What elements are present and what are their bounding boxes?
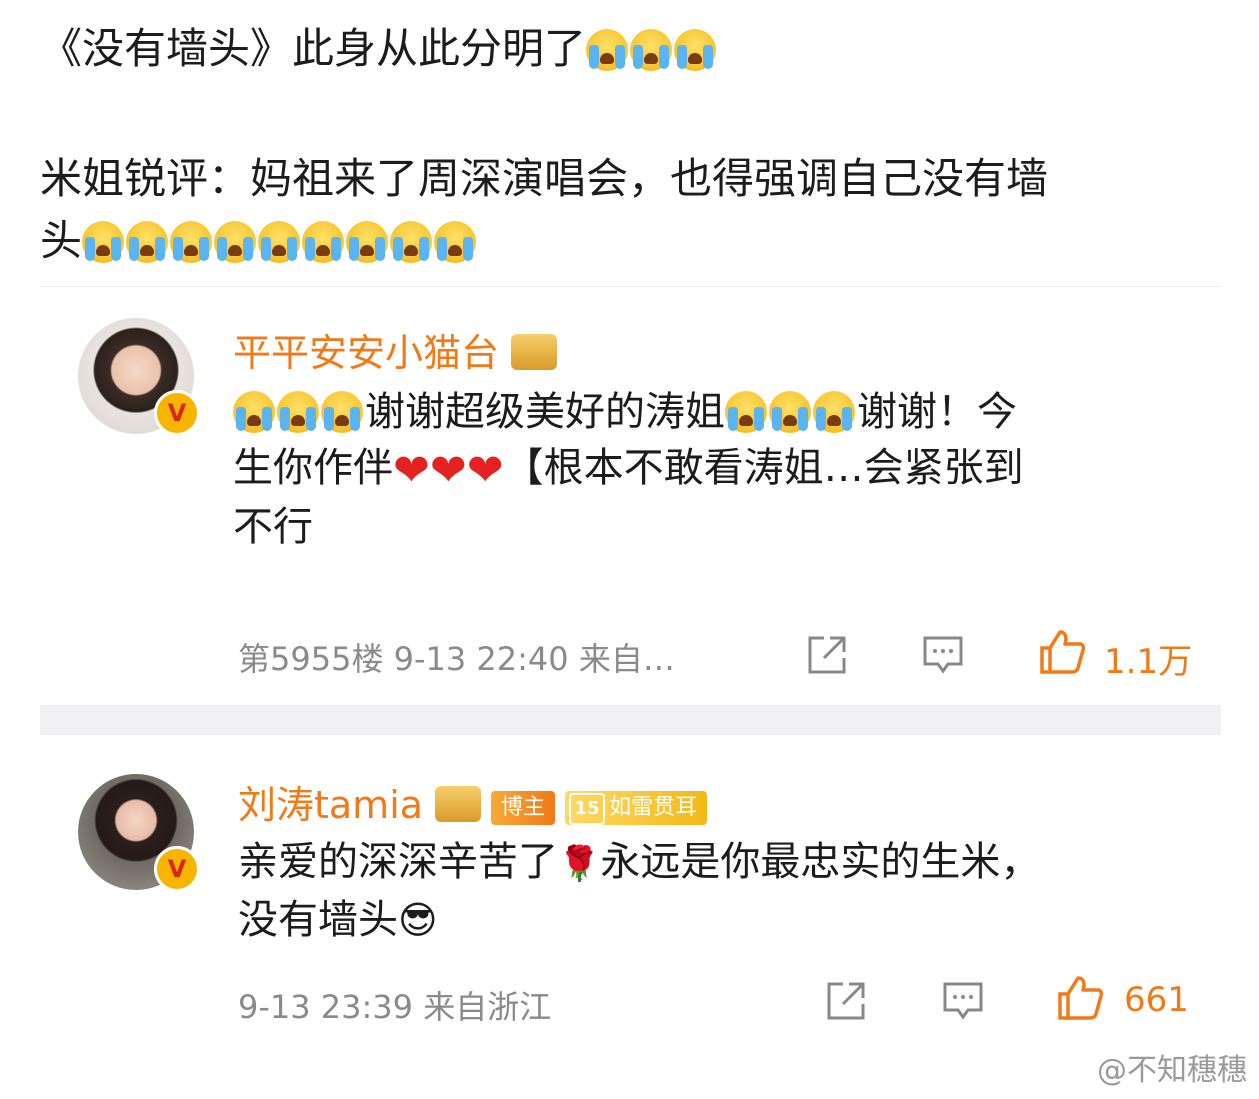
crying-emoji-icon bbox=[126, 221, 169, 263]
crying-emoji-icon bbox=[277, 391, 319, 433]
fan-level-number: 15 bbox=[569, 793, 606, 825]
crying-emoji-icon bbox=[82, 221, 125, 263]
comment-text-part: 生你作伴 bbox=[233, 445, 393, 491]
comment-text-part: 谢谢超级美好的涛姐 bbox=[365, 389, 725, 435]
comment-text-part: 永远是你最忠实的生米， bbox=[600, 839, 1041, 885]
comment-text-part: 没有墙头 bbox=[238, 897, 398, 943]
crying-emoji-icon bbox=[346, 221, 389, 263]
post-line-3-text: 头 bbox=[40, 216, 83, 265]
floor-number: 第5955楼 bbox=[238, 640, 384, 678]
crying-emoji-icon bbox=[674, 29, 717, 71]
sunglasses-emoji-icon: 😎 bbox=[398, 898, 438, 942]
heart-icon: ❤ bbox=[393, 445, 430, 496]
divider bbox=[40, 286, 1221, 287]
like-count: 1.1万 bbox=[1104, 642, 1193, 682]
crying-emoji-icon bbox=[214, 221, 257, 263]
timestamp: 9-13 23:39 bbox=[238, 988, 414, 1026]
crying-emoji-icon bbox=[170, 221, 213, 263]
watermark: @不知穗穗 bbox=[1097, 1053, 1247, 1088]
fan-level-label: 如雷贯耳 bbox=[609, 795, 698, 820]
crown-badge-icon bbox=[435, 786, 482, 822]
comment-text-part: 【根本不敢看涛姐…会紧张到 bbox=[503, 445, 1024, 491]
heart-icon: ❤ bbox=[429, 445, 467, 496]
comment-meta: 9-13 23:39 来自浙江 bbox=[238, 982, 551, 1028]
comment-text: 亲爱的深深辛苦了🌹永远是你最忠实的生米， 没有墙头😎 bbox=[238, 834, 1198, 948]
timestamp: 9-13 22:40 bbox=[393, 640, 569, 678]
fan-level-tag: 15 如雷贯耳 bbox=[565, 791, 708, 825]
post-line-2: 米姐锐评：妈祖来了周深演唱会，也得强调自己没有墙 bbox=[40, 154, 1049, 203]
crying-emoji-icon bbox=[233, 391, 275, 433]
crying-emoji-icon bbox=[434, 221, 477, 263]
comment-icon[interactable] bbox=[922, 634, 964, 676]
crying-emoji-icon bbox=[630, 29, 673, 71]
post-line-1: 《没有墙头》此身从此分明了 bbox=[40, 22, 718, 76]
crying-emoji-icon bbox=[302, 221, 345, 263]
verified-badge-icon: V bbox=[154, 846, 200, 892]
crying-emoji-icon bbox=[321, 391, 363, 433]
crying-emoji-icon bbox=[725, 391, 767, 433]
location-source: 来自浙江 bbox=[423, 988, 552, 1026]
rose-icon: 🌹 bbox=[558, 844, 601, 884]
comment-text-part: 不行 bbox=[233, 504, 313, 550]
share-icon[interactable] bbox=[806, 634, 848, 676]
verified-badge-icon: V bbox=[154, 390, 200, 436]
comment-separator bbox=[40, 705, 1221, 735]
comment-username[interactable]: 刘涛tamia 博主 15 如雷贯耳 bbox=[238, 774, 708, 829]
post-title-text: 《没有墙头》此身从此分明了 bbox=[40, 24, 587, 73]
heart-icon: ❤ bbox=[466, 445, 504, 496]
crying-emoji-icon bbox=[586, 29, 629, 71]
share-icon[interactable] bbox=[825, 980, 867, 1022]
comment-text-part: 亲爱的深深辛苦了 bbox=[238, 839, 558, 885]
location-source: 来自… bbox=[578, 640, 675, 678]
like-count: 661 bbox=[1124, 980, 1189, 1020]
comment-text: 谢谢超级美好的涛姐 谢谢！今 生你作伴❤❤❤【根本不敢看涛姐…会紧张到 不行 bbox=[233, 384, 1193, 555]
username-text: 平平安安小猫台 bbox=[233, 331, 500, 375]
post-line-3: 头 bbox=[40, 214, 478, 268]
comment-username[interactable]: 平平安安小猫台 bbox=[233, 322, 558, 377]
blogger-tag: 博主 bbox=[491, 791, 556, 825]
comment-text-part: 谢谢！今 bbox=[857, 389, 1017, 435]
like-icon[interactable] bbox=[1038, 628, 1086, 676]
crying-emoji-icon bbox=[258, 221, 301, 263]
like-icon[interactable] bbox=[1056, 974, 1104, 1022]
comment-meta: 第5955楼 9-13 22:40 来自… bbox=[238, 634, 675, 680]
username-text: 刘涛tamia bbox=[238, 783, 424, 827]
avatar[interactable]: V bbox=[78, 774, 200, 892]
comment-icon[interactable] bbox=[942, 980, 984, 1022]
crying-emoji-icon bbox=[813, 391, 855, 433]
crying-emoji-icon bbox=[769, 391, 811, 433]
crown-badge-icon bbox=[511, 334, 558, 370]
crying-emoji-icon bbox=[390, 221, 433, 263]
avatar[interactable]: V bbox=[78, 318, 200, 436]
